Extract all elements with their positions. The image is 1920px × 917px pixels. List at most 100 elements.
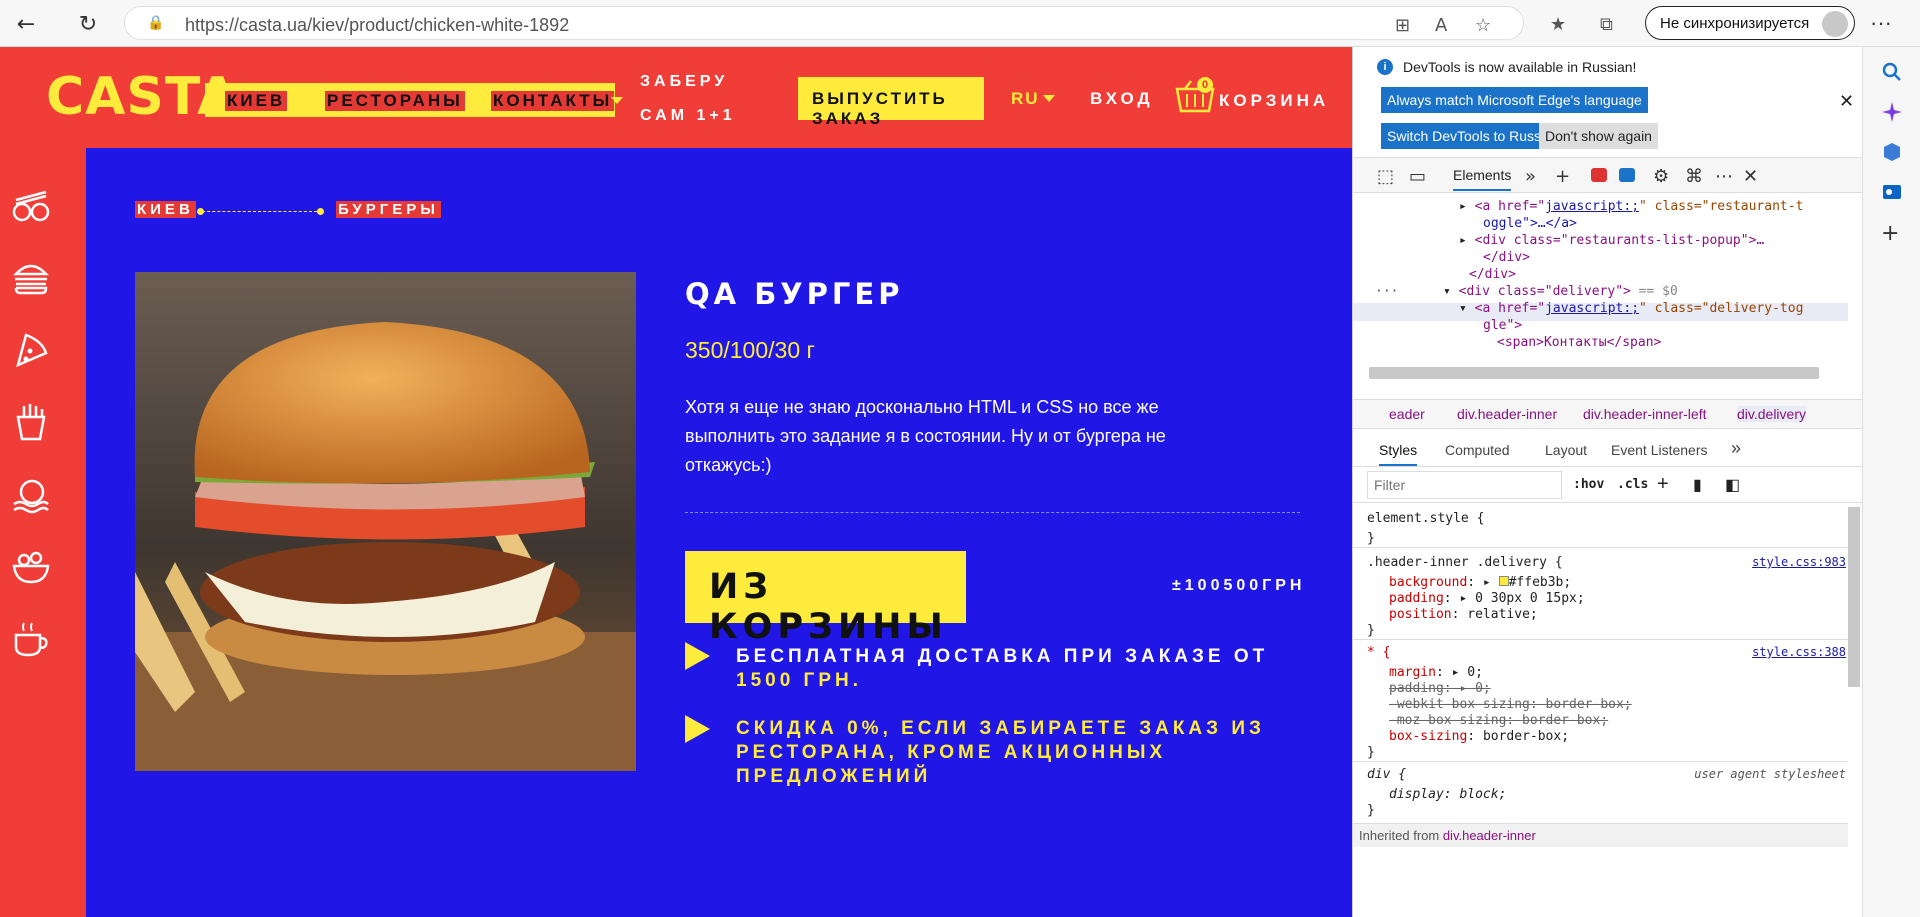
more-tabs-icon[interactable]: » — [1731, 438, 1741, 459]
style-declaration-overridden[interactable]: -moz-box-sizing: border-box; — [1389, 713, 1608, 728]
cart-link[interactable]: 0 КОРЗИНА — [1175, 77, 1325, 118]
vertical-scrollbar[interactable] — [1848, 507, 1860, 687]
profile-sync-button[interactable]: Не синхронизируется — [1645, 6, 1855, 40]
device-toolbar-icon[interactable]: ▭ — [1409, 166, 1426, 187]
customize-icon[interactable]: ⌘ — [1685, 166, 1703, 187]
pickup-label-2[interactable]: САМ 1+1 — [640, 107, 736, 125]
copilot-sparkle-icon[interactable] — [1881, 101, 1903, 123]
tab-event-listeners[interactable]: Event Listeners — [1611, 442, 1708, 458]
reload-icon[interactable]: ↻ — [72, 8, 104, 40]
crumb-item[interactable]: div.header-inner-left — [1583, 406, 1706, 422]
back-icon[interactable]: ← — [10, 8, 42, 40]
tab-styles[interactable]: Styles — [1379, 442, 1418, 466]
style-declaration[interactable]: padding: ▸ 0 30px 0 15px; — [1389, 591, 1585, 606]
rule-selector[interactable]: * { — [1367, 645, 1390, 660]
more-menu-icon[interactable]: ··· — [1870, 10, 1892, 36]
toggle-sidebar-icon[interactable]: ◧ — [1725, 475, 1740, 495]
color-swatch-icon[interactable] — [1498, 576, 1509, 586]
pickup-label-1[interactable]: ЗАБЕРУ — [640, 73, 728, 91]
nav-restaurants[interactable]: РЕСТОРАНЫ — [325, 91, 465, 111]
gear-icon[interactable]: ⚙ — [1653, 166, 1669, 187]
dom-line[interactable]: </div> — [1483, 250, 1530, 265]
breadcrumb-kiev[interactable]: КИЕВ — [135, 201, 196, 218]
search-icon[interactable] — [1881, 61, 1903, 83]
office-icon[interactable] — [1881, 141, 1903, 163]
prop-value: 0 30px 0 15px; — [1475, 591, 1585, 606]
language-selector[interactable]: RU — [1011, 89, 1040, 109]
match-language-button[interactable]: Always match Microsoft Edge's language — [1381, 87, 1648, 113]
login-link[interactable]: ВХОД — [1090, 89, 1154, 109]
dont-show-again-button[interactable]: Don't show again — [1539, 123, 1658, 149]
style-declaration[interactable]: background: ▸ #ffeb3b; — [1389, 575, 1571, 590]
place-order-button[interactable]: ВЫПУСТИТЬ ЗАКАЗ — [798, 77, 984, 128]
add-favorite-icon[interactable]: ☆ — [1475, 15, 1491, 36]
apps-icon[interactable]: ⊞ — [1395, 15, 1410, 36]
style-declaration[interactable]: position: relative; — [1389, 607, 1538, 622]
outlook-icon[interactable] — [1881, 181, 1903, 203]
dom-link[interactable]: javascript:; — [1545, 199, 1639, 214]
style-declaration-overridden[interactable]: padding: ▸ 0; — [1389, 681, 1491, 696]
error-badge-icon[interactable] — [1591, 168, 1607, 182]
crumb-item-selected[interactable]: div.delivery — [1737, 406, 1806, 422]
style-declaration: display: block; — [1389, 787, 1507, 802]
horizontal-scrollbar[interactable] — [1369, 367, 1819, 379]
issues-badge-icon[interactable] — [1619, 168, 1635, 182]
nav-kiev[interactable]: КИЕВ — [225, 91, 288, 111]
breadcrumb-burgers[interactable]: БУРГЕРЫ — [336, 201, 441, 218]
hov-toggle[interactable]: :hov — [1573, 477, 1604, 492]
hot-dish-icon[interactable] — [12, 476, 50, 514]
collections-icon[interactable]: ⧉ — [1600, 14, 1613, 35]
dom-link[interactable]: javascript:; — [1545, 301, 1639, 316]
add-icon[interactable]: + — [1881, 221, 1899, 246]
inspect-icon[interactable]: ⬚ — [1377, 166, 1394, 187]
dom-line[interactable]: oggle">…</a> — [1483, 216, 1577, 231]
tab-layout[interactable]: Layout — [1545, 442, 1587, 458]
burger-icon[interactable] — [12, 258, 50, 296]
new-rule-icon[interactable]: + — [1657, 473, 1669, 496]
style-declaration[interactable]: margin: ▸ 0; — [1389, 665, 1483, 680]
style-declaration[interactable]: box-sizing: border-box; — [1389, 729, 1569, 744]
more-tabs-icon[interactable]: » — [1525, 166, 1536, 187]
style-declaration-overridden[interactable]: -webkit-box-sizing: border-box; — [1389, 697, 1632, 712]
element-style-rule[interactable]: element.style { — [1367, 511, 1484, 526]
dom-text: oggle">…</a> — [1483, 216, 1577, 231]
inherited-link[interactable]: div.header-inner — [1443, 828, 1536, 843]
source-link[interactable]: style.css:983 — [1752, 555, 1846, 569]
more-options-icon[interactable]: ⋯ — [1715, 166, 1733, 187]
salad-icon[interactable] — [12, 548, 50, 586]
dom-line[interactable]: ▾ <a href="javascript:;" class="delivery… — [1459, 301, 1803, 316]
coffee-icon[interactable] — [12, 621, 50, 659]
devtools-panel: i DevTools is now available in Russian! … — [1352, 47, 1863, 917]
dom-line[interactable]: <span>Контакты</span> — [1497, 335, 1661, 350]
chevron-down-icon — [1043, 95, 1055, 102]
crumb-item[interactable]: eader — [1389, 406, 1425, 422]
dom-line[interactable]: gle"> — [1483, 318, 1522, 333]
read-aloud-icon[interactable]: A — [1435, 15, 1447, 36]
close-devtools-icon[interactable]: ✕ — [1743, 166, 1758, 187]
tab-computed[interactable]: Computed — [1445, 442, 1510, 458]
crumb-item[interactable]: div.header-inner — [1457, 406, 1557, 422]
rule-separator — [1353, 761, 1848, 762]
paint-icon[interactable]: ▮ — [1693, 475, 1702, 495]
url-text[interactable]: https://casta.ua/kiev/product/chicken-wh… — [185, 15, 569, 36]
close-icon[interactable]: ✕ — [1839, 91, 1854, 112]
more-icon[interactable]: ··· — [1375, 284, 1398, 299]
dom-line[interactable]: ▸ <div class="restaurants-list-popup">… — [1459, 233, 1764, 248]
cls-toggle[interactable]: .cls — [1617, 477, 1648, 492]
dom-line[interactable]: </div> — [1469, 267, 1516, 282]
favorites-icon[interactable]: ★ — [1550, 14, 1566, 35]
tab-elements[interactable]: Elements — [1453, 167, 1512, 191]
rule-selector[interactable]: .header-inner .delivery { — [1367, 555, 1563, 570]
pizza-icon[interactable] — [12, 331, 50, 369]
address-bar[interactable]: 🔒 https://casta.ua/kiev/product/chicken-… — [124, 6, 1524, 40]
dom-line-selected[interactable]: ▾ <div class="delivery"> == $0 — [1443, 284, 1678, 299]
sushi-icon[interactable] — [12, 188, 50, 226]
chevron-down-icon — [471, 97, 483, 104]
nav-contacts[interactable]: КОНТАКТЫ — [491, 91, 615, 111]
fries-icon[interactable] — [12, 403, 50, 441]
remove-from-cart-button[interactable]: ИЗ КОРЗИНЫ — [685, 551, 966, 647]
source-link[interactable]: style.css:388 — [1752, 645, 1846, 659]
dom-line[interactable]: ▸ <a href="javascript:;" class="restaura… — [1459, 199, 1803, 214]
styles-filter-input[interactable] — [1367, 471, 1562, 499]
add-tab-icon[interactable]: + — [1555, 166, 1570, 187]
